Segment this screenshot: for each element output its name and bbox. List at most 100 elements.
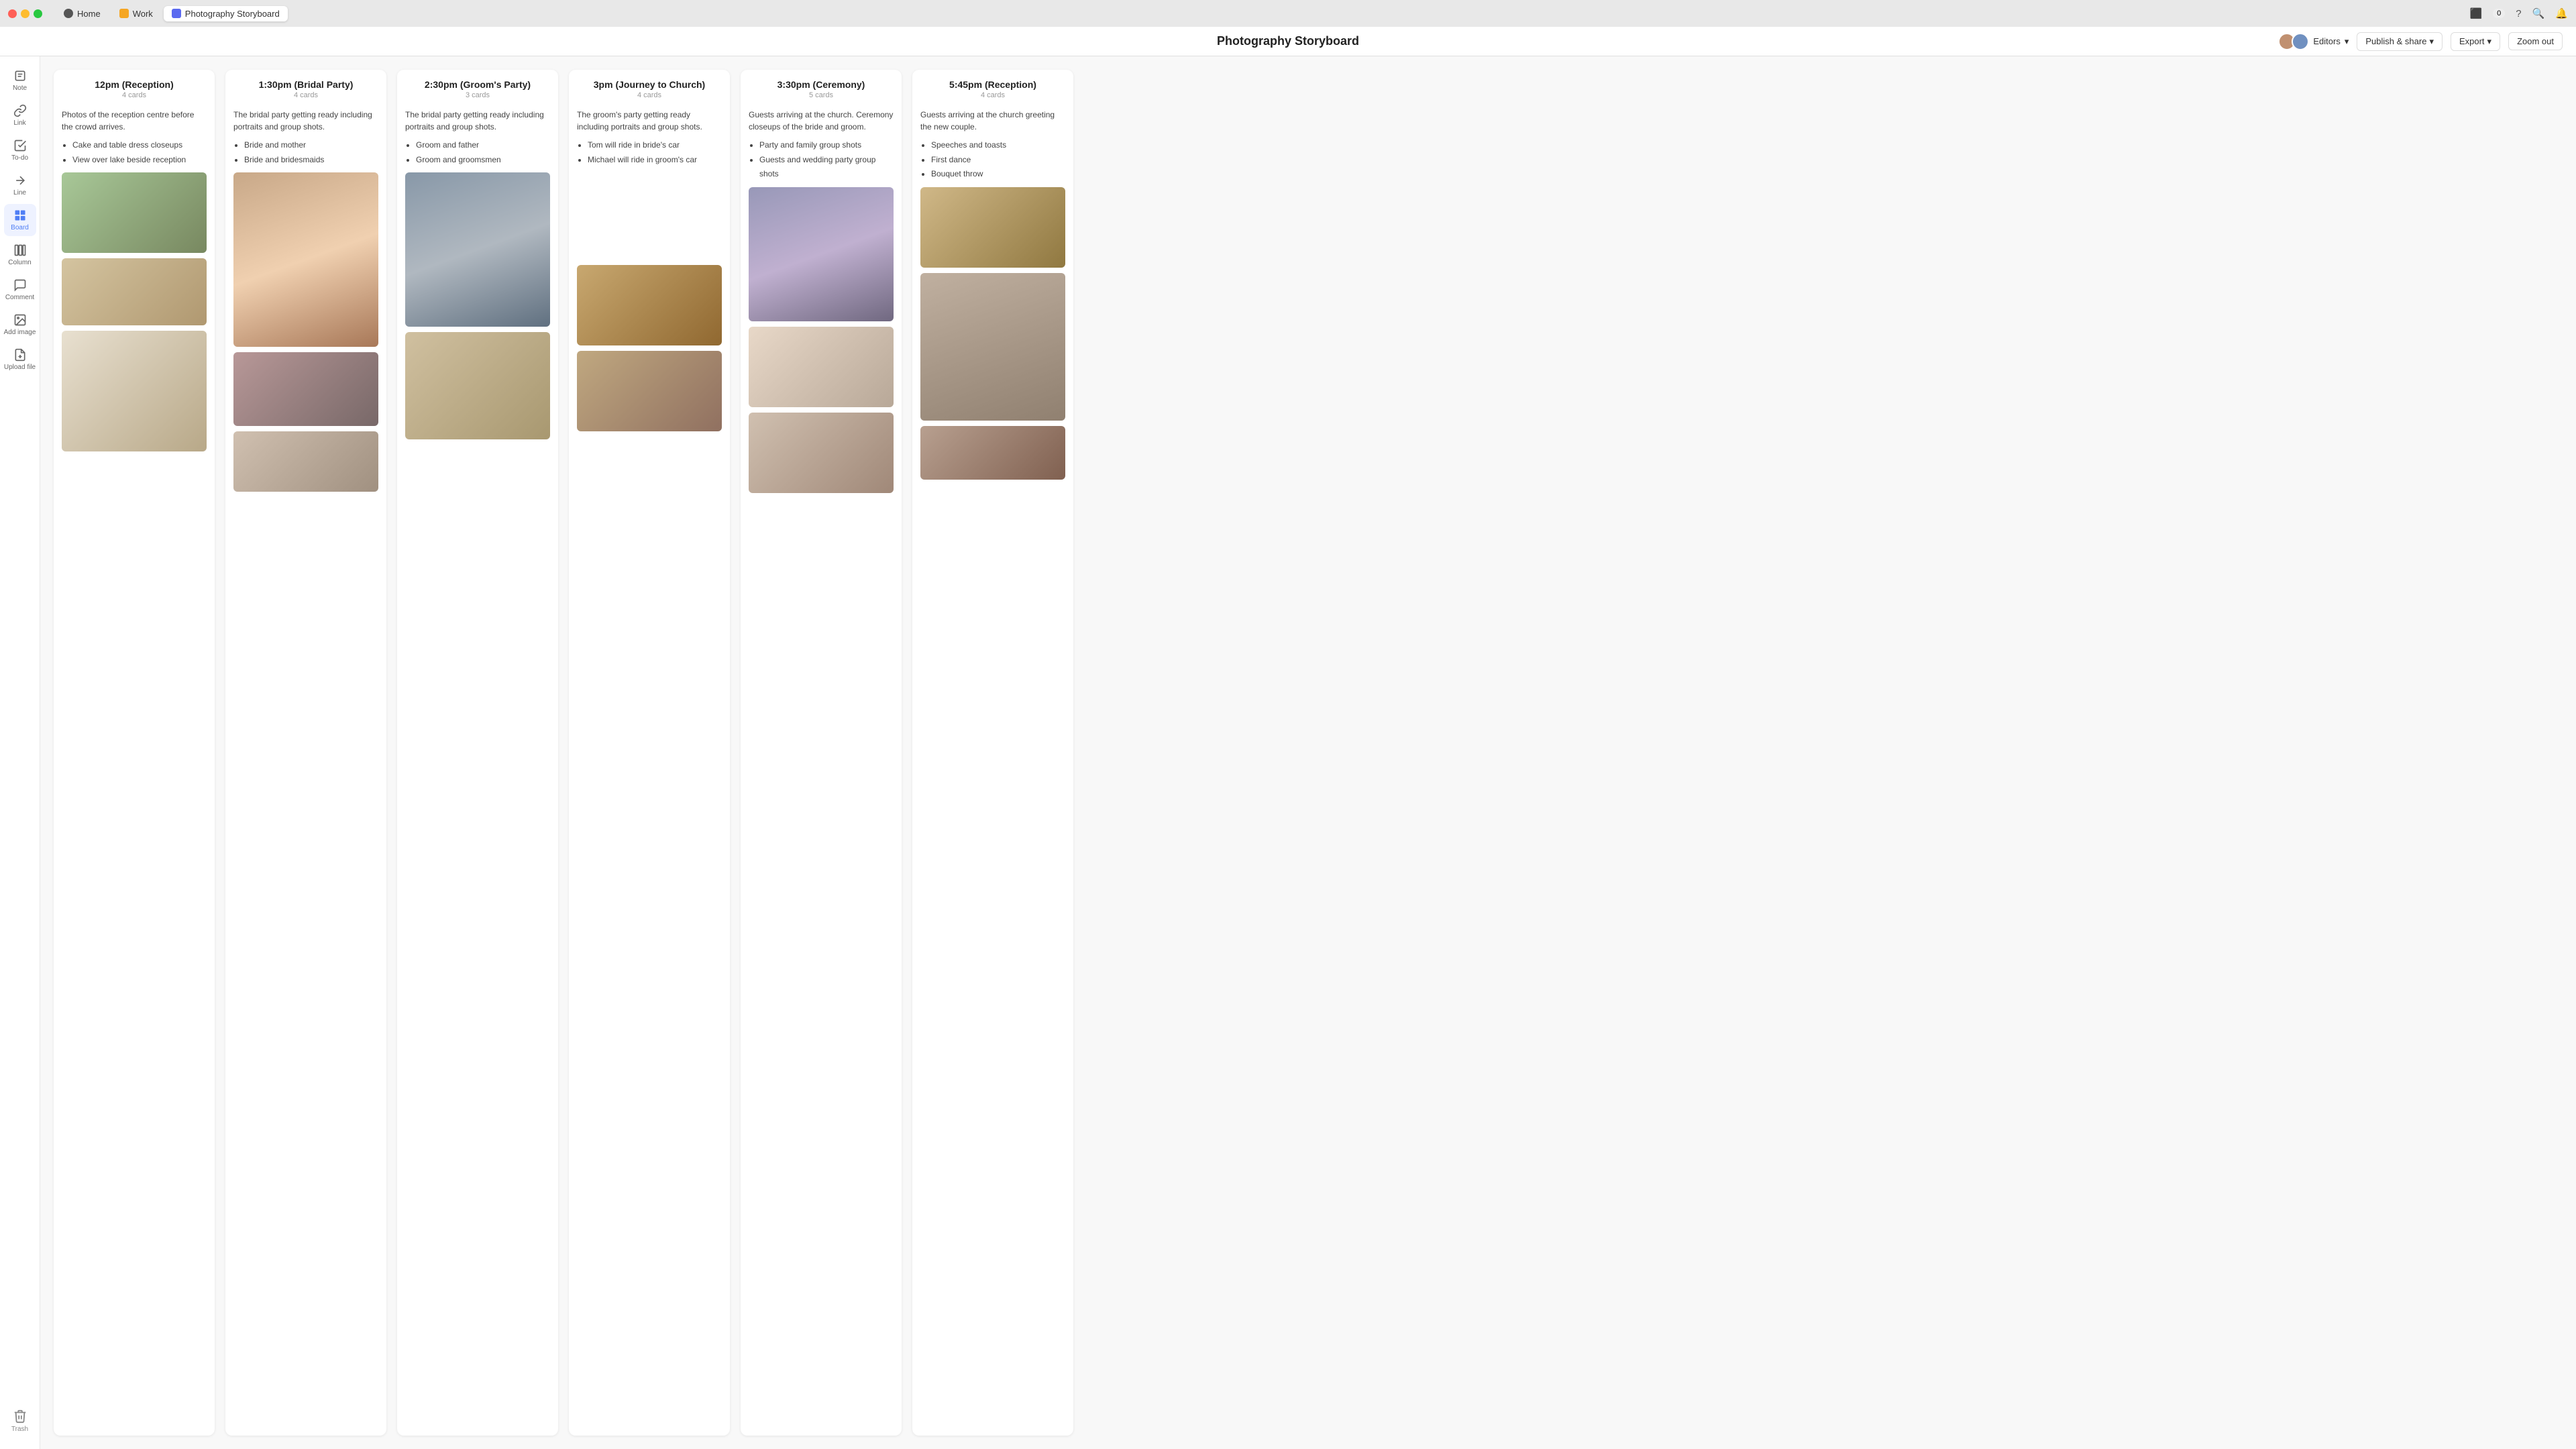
column-reception-eve-count: 4 cards xyxy=(923,91,1063,99)
board-area: 12pm (Reception) 4 cards Photos of the r… xyxy=(40,56,2576,1449)
sidebar-item-link[interactable]: Link xyxy=(4,99,36,131)
sidebar-link-label: Link xyxy=(13,119,25,127)
list-item: First dance xyxy=(931,153,1065,168)
export-button[interactable]: Export ▾ xyxy=(2451,32,2500,51)
sidebar-line-label: Line xyxy=(13,189,26,197)
card-image-17[interactable] xyxy=(920,426,1065,480)
card-image-2[interactable] xyxy=(62,258,207,325)
column-ceremony-count: 5 cards xyxy=(751,91,891,99)
list-item: View over lake beside reception xyxy=(72,153,207,168)
card-image-4[interactable] xyxy=(233,172,378,347)
sidebar-item-add-image[interactable]: Add image xyxy=(4,309,36,341)
minimize-button[interactable] xyxy=(21,9,30,18)
sidebar-item-todo[interactable]: To-do xyxy=(4,134,36,166)
column-ceremony: 3:30pm (Ceremony) 5 cards Guests arrivin… xyxy=(741,70,902,1436)
column-ceremony-desc: Guests arriving at the church. Ceremony … xyxy=(749,103,894,138)
column-ceremony-title: 3:30pm (Ceremony) xyxy=(751,79,891,90)
card-image-5[interactable] xyxy=(233,352,378,426)
column-grooms-header: 2:30pm (Groom's Party) 3 cards xyxy=(397,70,558,103)
column-reception-eve-header: 5:45pm (Reception) 4 cards xyxy=(912,70,1073,103)
column-reception: 12pm (Reception) 4 cards Photos of the r… xyxy=(54,70,215,1436)
tab-bar: Home Work Photography Storyboard xyxy=(56,6,288,21)
column-journey-title: 3pm (Journey to Church) xyxy=(580,79,719,90)
home-icon xyxy=(64,9,73,18)
toolbar-right: Editors ▾ Publish & share ▾ Export ▾ Zoo… xyxy=(2278,32,2563,51)
column-journey-desc: The groom's party getting ready includin… xyxy=(577,103,722,138)
card-image-11[interactable] xyxy=(577,351,722,431)
column-journey-bullets: Tom will ride in bride's car Michael wil… xyxy=(577,138,722,167)
upload-file-icon xyxy=(13,348,27,362)
column-bridal-desc: The bridal party getting ready including… xyxy=(233,103,378,138)
column-reception-title: 12pm (Reception) xyxy=(64,79,204,90)
work-icon xyxy=(119,9,129,18)
sidebar-item-column[interactable]: Column xyxy=(4,239,36,271)
avatar-2 xyxy=(2292,33,2309,50)
card-image-1[interactable] xyxy=(62,172,207,253)
tab-storyboard[interactable]: Photography Storyboard xyxy=(164,6,288,21)
column-reception-bullets: Cake and table dress closeups View over … xyxy=(62,138,207,167)
list-item: Bride and mother xyxy=(244,138,378,153)
sidebar-note-label: Note xyxy=(13,85,27,92)
list-item: Party and family group shots xyxy=(759,138,894,153)
column-journey: 3pm (Journey to Church) 4 cards The groo… xyxy=(569,70,730,1436)
card-image-14[interactable] xyxy=(749,413,894,493)
list-item: Michael will ride in groom's car xyxy=(588,153,722,168)
sidebar-item-board[interactable]: Board xyxy=(4,204,36,236)
sidebar-upload-file-label: Upload file xyxy=(4,364,36,371)
help-icon[interactable]: ? xyxy=(2516,8,2521,19)
list-item: Groom and groomsmen xyxy=(416,153,550,168)
zoom-out-label: Zoom out xyxy=(2517,36,2554,46)
tab-home[interactable]: Home xyxy=(56,6,109,21)
column-icon xyxy=(13,244,27,257)
card-image-10[interactable] xyxy=(577,265,722,345)
column-reception-eve-desc: Guests arriving at the church greeting t… xyxy=(920,103,1065,138)
card-image-15[interactable] xyxy=(920,187,1065,268)
note-icon xyxy=(13,69,27,83)
tab-work[interactable]: Work xyxy=(111,6,161,21)
card-image-6[interactable] xyxy=(233,431,378,492)
close-button[interactable] xyxy=(8,9,17,18)
card-image-8[interactable] xyxy=(405,332,550,439)
column-journey-header: 3pm (Journey to Church) 4 cards xyxy=(569,70,730,103)
sidebar-item-upload-file[interactable]: Upload file xyxy=(4,343,36,376)
column-grooms-count: 3 cards xyxy=(408,91,547,99)
avatar-group xyxy=(2278,33,2309,50)
column-journey-count: 4 cards xyxy=(580,91,719,99)
search-icon[interactable]: 🔍 xyxy=(2532,7,2545,19)
card-image-7[interactable] xyxy=(405,172,550,327)
card-image-12[interactable] xyxy=(749,187,894,321)
column-bridal-header: 1:30pm (Bridal Party) 4 cards xyxy=(225,70,386,103)
editors-button[interactable]: Editors ▾ xyxy=(2278,33,2349,50)
list-item: Bouquet throw xyxy=(931,167,1065,182)
column-journey-body: The groom's party getting ready includin… xyxy=(569,103,730,1436)
export-chevron-icon: ▾ xyxy=(2487,36,2492,47)
column-bridal-bullets: Bride and mother Bride and bridesmaids xyxy=(233,138,378,167)
sidebar-item-trash[interactable]: Trash xyxy=(4,1401,36,1441)
notification-badge: 0 xyxy=(2493,9,2505,18)
sidebar-item-comment[interactable]: Comment xyxy=(4,274,36,306)
sidebar-item-line[interactable]: Line xyxy=(4,169,36,201)
zoom-out-button[interactable]: Zoom out xyxy=(2508,32,2563,50)
maximize-button[interactable] xyxy=(34,9,42,18)
card-image-3[interactable] xyxy=(62,331,207,451)
column-reception-count: 4 cards xyxy=(64,91,204,99)
column-grooms-bullets: Groom and father Groom and groomsmen xyxy=(405,138,550,167)
column-grooms-body: The bridal party getting ready including… xyxy=(397,103,558,1436)
column-reception-body: Photos of the reception centre before th… xyxy=(54,103,215,1436)
column-ceremony-bullets: Party and family group shots Guests and … xyxy=(749,138,894,182)
editors-label: Editors xyxy=(2313,36,2340,46)
sidebar-column-label: Column xyxy=(8,259,31,266)
sidebar-item-note[interactable]: Note xyxy=(4,64,36,97)
column-grooms-desc: The bridal party getting ready including… xyxy=(405,103,550,138)
publish-chevron-icon: ▾ xyxy=(2429,36,2434,47)
column-bridal-title: 1:30pm (Bridal Party) xyxy=(236,79,376,90)
link-icon xyxy=(13,104,27,117)
column-reception-eve-bullets: Speeches and toasts First dance Bouquet … xyxy=(920,138,1065,182)
trash-icon xyxy=(13,1409,28,1424)
card-image-13[interactable] xyxy=(749,327,894,407)
publish-share-button[interactable]: Publish & share ▾ xyxy=(2357,32,2443,51)
notification-icon[interactable]: 🔔 xyxy=(2555,7,2568,19)
card-image-9[interactable] xyxy=(577,172,722,260)
card-image-16[interactable] xyxy=(920,273,1065,421)
todo-icon xyxy=(13,139,27,152)
